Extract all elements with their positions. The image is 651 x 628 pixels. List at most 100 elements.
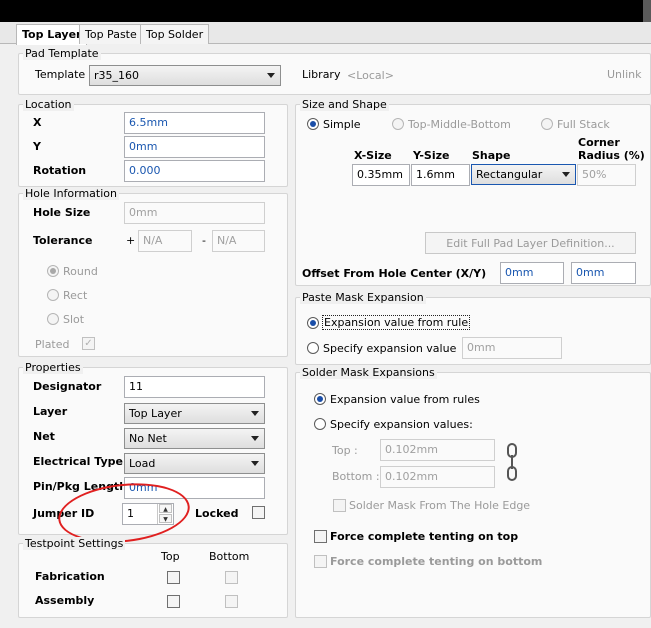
- y-size-header: Y-Size: [413, 149, 450, 162]
- full-stack-radio[interactable]: [541, 118, 553, 130]
- plated-label: Plated: [35, 338, 70, 351]
- corner-radius-header-line1: Corner: [578, 136, 620, 149]
- paste-rule-label: Expansion value from rule: [322, 315, 471, 330]
- round-label: Round: [63, 265, 98, 278]
- offset-x-field[interactable]: 0mm: [500, 262, 564, 284]
- hole-size-field[interactable]: 0mm: [124, 202, 265, 224]
- offset-y-field[interactable]: 0mm: [571, 262, 636, 284]
- shape-select[interactable]: Rectangular: [471, 164, 576, 185]
- hole-information-title: Hole Information: [23, 187, 119, 200]
- chevron-down-icon: [267, 73, 275, 78]
- round-radio[interactable]: [47, 265, 59, 277]
- layer-value: Top Layer: [129, 407, 182, 420]
- tolerance-label: Tolerance: [33, 234, 93, 247]
- shape-value: Rectangular: [476, 168, 543, 181]
- simple-radio[interactable]: [307, 118, 319, 130]
- x-label: X: [33, 116, 42, 129]
- fabrication-label: Fabrication: [35, 570, 105, 583]
- electrical-type-select[interactable]: Load: [124, 453, 265, 474]
- offset-label: Offset From Hole Center (X/Y): [302, 267, 487, 280]
- layer-select[interactable]: Top Layer: [124, 403, 265, 424]
- simple-label: Simple: [323, 118, 361, 131]
- corner-radius-header-line2: Radius (%): [578, 149, 645, 162]
- testpoint-bottom-header: Bottom: [209, 550, 250, 563]
- y-label: Y: [33, 140, 41, 153]
- chevron-down-icon: [251, 436, 259, 441]
- size-and-shape-group: [295, 104, 651, 286]
- fabrication-bottom-checkbox[interactable]: [225, 571, 238, 584]
- paste-specify-field[interactable]: 0mm: [462, 337, 562, 359]
- net-select[interactable]: No Net: [124, 428, 265, 449]
- window-title-bar: [0, 0, 651, 22]
- library-label: Library: [302, 68, 341, 81]
- top-middle-bottom-radio[interactable]: [392, 118, 404, 130]
- solder-top-label: Top :: [332, 444, 358, 457]
- chevron-down-icon: [251, 461, 259, 466]
- tolerance-minus-field[interactable]: N/A: [212, 230, 265, 252]
- electrical-type-value: Load: [129, 457, 156, 470]
- fabrication-top-checkbox[interactable]: [167, 571, 180, 584]
- rect-label: Rect: [63, 289, 88, 302]
- full-stack-label: Full Stack: [557, 118, 610, 131]
- tent-top-checkbox[interactable]: [314, 530, 327, 543]
- solder-rules-label: Expansion value from rules: [330, 393, 480, 406]
- plated-checkbox[interactable]: ✓: [82, 337, 95, 350]
- solder-top-field[interactable]: 0.102mm: [380, 439, 495, 461]
- tab-top-layer[interactable]: Top Layer: [16, 24, 88, 45]
- solder-bottom-field[interactable]: 0.102mm: [380, 466, 495, 488]
- from-hole-edge-label: Solder Mask From The Hole Edge: [349, 499, 531, 512]
- assembly-label: Assembly: [35, 594, 95, 607]
- locked-checkbox[interactable]: [252, 506, 265, 519]
- locked-label: Locked: [195, 507, 239, 520]
- chevron-down-icon: [562, 172, 570, 177]
- tent-bottom-label: Force complete tenting on bottom: [330, 555, 543, 568]
- tolerance-minus-label: -: [202, 234, 206, 247]
- assembly-bottom-checkbox[interactable]: [225, 595, 238, 608]
- tent-top-label: Force complete tenting on top: [330, 530, 519, 543]
- slot-radio[interactable]: [47, 313, 59, 325]
- hole-size-label: Hole Size: [33, 206, 91, 219]
- solder-rules-radio[interactable]: [314, 393, 326, 405]
- template-select[interactable]: r35_160: [89, 65, 281, 86]
- window-edge: [643, 0, 651, 22]
- tolerance-plus-field[interactable]: N/A: [138, 230, 192, 252]
- solder-specify-radio[interactable]: [314, 418, 326, 430]
- corner-radius-field[interactable]: 50%: [577, 164, 636, 186]
- edit-full-pad-layer-button[interactable]: Edit Full Pad Layer Definition...: [425, 232, 636, 254]
- solder-mask-group: [295, 372, 651, 618]
- solder-specify-label: Specify expansion values:: [330, 418, 473, 431]
- unlink-button[interactable]: Unlink: [607, 68, 641, 81]
- pad-template-title: Pad Template: [23, 47, 101, 60]
- tab-top-solder[interactable]: Top Solder: [140, 24, 210, 44]
- x-size-field[interactable]: 0.35mm: [352, 164, 410, 186]
- top-middle-bottom-label: Top-Middle-Bottom: [408, 118, 511, 131]
- size-and-shape-title: Size and Shape: [300, 98, 389, 111]
- tab-top-paste[interactable]: Top Paste: [79, 24, 143, 44]
- net-value: No Net: [129, 432, 167, 445]
- net-label: Net: [33, 430, 55, 443]
- y-field[interactable]: 0mm: [124, 136, 265, 158]
- testpoint-top-header: Top: [161, 550, 180, 563]
- template-label: Template: [35, 68, 86, 81]
- rotation-field[interactable]: 0.000: [124, 160, 265, 182]
- solder-mask-title: Solder Mask Expansions: [300, 366, 437, 379]
- shape-header: Shape: [472, 149, 511, 162]
- designator-label: Designator: [33, 380, 102, 393]
- rect-radio[interactable]: [47, 289, 59, 301]
- paste-specify-label: Specify expansion value: [323, 342, 457, 355]
- testpoint-settings-title: Testpoint Settings: [23, 537, 126, 550]
- paste-rule-radio[interactable]: [307, 317, 319, 329]
- x-size-header: X-Size: [354, 149, 392, 162]
- from-hole-edge-checkbox[interactable]: [333, 499, 346, 512]
- designator-field[interactable]: 11: [124, 376, 265, 398]
- tent-bottom-checkbox[interactable]: [314, 555, 327, 568]
- x-field[interactable]: 6.5mm: [124, 112, 265, 134]
- link-chain-icon[interactable]: [505, 443, 519, 481]
- y-size-field[interactable]: 1.6mm: [411, 164, 470, 186]
- template-value: r35_160: [94, 69, 140, 82]
- chevron-down-icon: [251, 411, 259, 416]
- location-title: Location: [23, 98, 74, 111]
- library-value: <Local>: [347, 69, 394, 82]
- assembly-top-checkbox[interactable]: [167, 595, 180, 608]
- paste-specify-radio[interactable]: [307, 342, 319, 354]
